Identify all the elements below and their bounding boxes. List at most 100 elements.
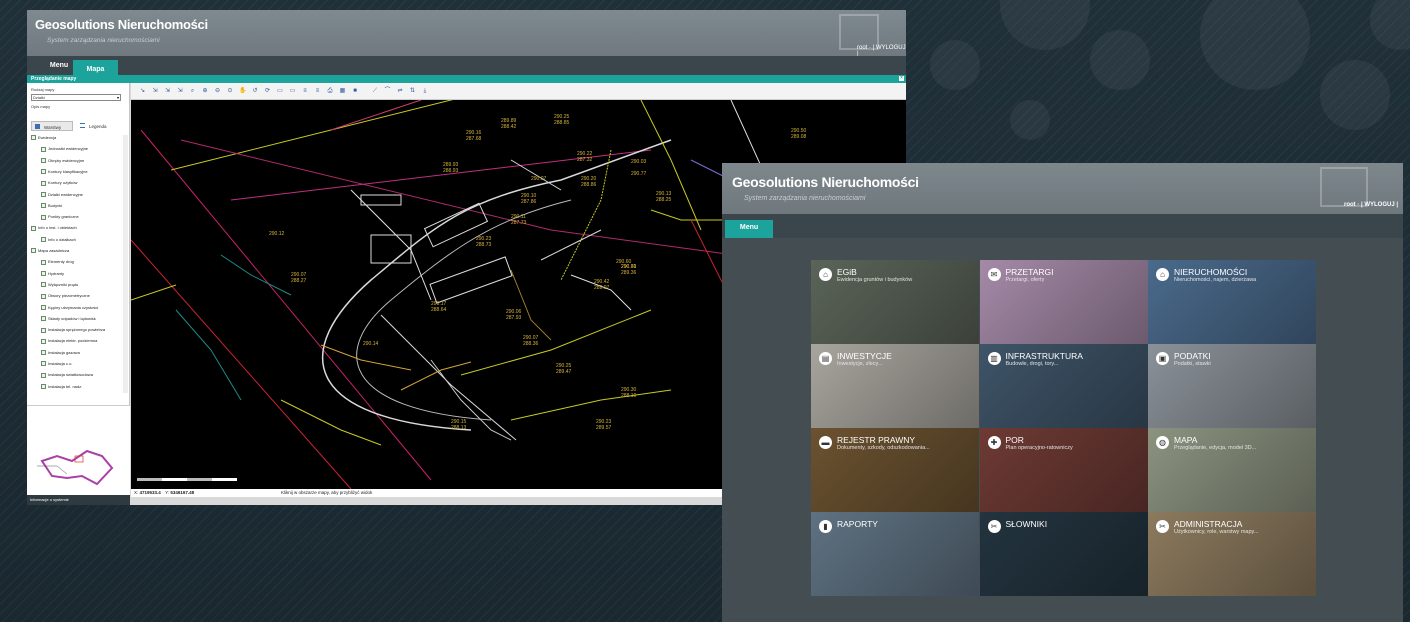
tile-subtitle: Dokumenty, szkody, odszkodowania... bbox=[837, 445, 930, 451]
checkbox[interactable] bbox=[31, 248, 36, 254]
checkbox[interactable] bbox=[41, 259, 46, 265]
checkbox[interactable] bbox=[41, 338, 46, 344]
layer-item[interactable]: Instalacja tel. nadz. bbox=[41, 384, 82, 393]
module-tile-rejestr-prawny[interactable]: ▬ REJESTR PRAWNY Dokumenty, szkody, odszko… bbox=[811, 428, 979, 512]
measure-icon[interactable]: ▭ bbox=[277, 88, 284, 95]
tab-menu[interactable]: Menu bbox=[725, 220, 773, 238]
close-icon[interactable]: × bbox=[899, 76, 904, 81]
refresh-icon[interactable]: ⟳ bbox=[264, 88, 271, 95]
module-tile-por[interactable]: ✚ POR Plan operacyjno-ratowniczy bbox=[979, 428, 1148, 512]
pan-icon[interactable]: ↘ bbox=[139, 88, 146, 95]
layer-item[interactable]: Hydranty bbox=[41, 271, 64, 282]
layer-item[interactable]: Kępiny utrzymania czystości bbox=[41, 305, 98, 316]
table-icon[interactable]: ▦ bbox=[339, 88, 346, 95]
module-tile-egib[interactable]: ⌂ EGiB Ewidencja gruntów i budynków bbox=[811, 260, 979, 344]
checkbox[interactable] bbox=[41, 372, 46, 378]
select-icon[interactable]: ⇲ bbox=[177, 88, 184, 95]
checkbox[interactable] bbox=[41, 293, 46, 299]
layer-item[interactable]: Kontury użytków bbox=[41, 180, 77, 191]
info-footer[interactable]: Informacje o systemie bbox=[27, 495, 130, 505]
layer-item[interactable]: Obręby ewidencyjne bbox=[41, 158, 84, 169]
checkbox[interactable] bbox=[41, 384, 46, 390]
checkbox[interactable] bbox=[41, 237, 46, 243]
map-type-select[interactable]: Działki ▾ bbox=[31, 94, 121, 101]
scrollbar[interactable] bbox=[123, 135, 128, 393]
module-tile-raporty[interactable]: ▮ RAPORTY bbox=[811, 512, 979, 596]
app-title: Geosolutions Nieruchomości bbox=[732, 174, 919, 190]
zoom-out-icon[interactable]: ⊖ bbox=[214, 88, 221, 95]
hand-icon[interactable]: ✋ bbox=[239, 88, 246, 95]
back-icon[interactable]: ↺ bbox=[252, 88, 259, 95]
checkbox[interactable] bbox=[41, 282, 46, 288]
background-circle bbox=[1000, 0, 1090, 50]
nav-bar: Menu Mapa bbox=[27, 56, 906, 75]
checkbox[interactable] bbox=[31, 225, 36, 231]
overview-map[interactable] bbox=[27, 405, 130, 495]
map-description-label: Opis mapy bbox=[31, 104, 51, 109]
layer-item[interactable]: Instalacja c.o. bbox=[41, 361, 72, 372]
layer-item[interactable]: Kontury klasyfikacyjne bbox=[41, 169, 88, 180]
layer-item-label: Instalacja światłowodowa bbox=[48, 372, 93, 378]
zoom-box-icon[interactable]: ⌕ bbox=[189, 88, 196, 95]
layer-icon[interactable]: ≡ bbox=[314, 88, 321, 95]
layer-item[interactable]: Wyłączniki prądu bbox=[41, 282, 78, 293]
checkbox[interactable] bbox=[41, 158, 46, 164]
tab-legend[interactable]: Legenda bbox=[77, 121, 117, 131]
zoom-extent-icon[interactable]: ⊙ bbox=[227, 88, 234, 95]
checkbox[interactable] bbox=[41, 191, 46, 197]
color-icon[interactable]: ■ bbox=[352, 88, 359, 95]
info-icon[interactable]: ⇌ bbox=[397, 88, 404, 95]
checkbox[interactable] bbox=[41, 304, 46, 310]
checkbox[interactable] bbox=[41, 169, 46, 175]
checkbox[interactable] bbox=[41, 350, 46, 356]
module-tile-inwestycje[interactable]: ▤ INWESTYCJE Inwestycje, zlecy... bbox=[811, 344, 979, 428]
checkbox[interactable] bbox=[41, 214, 46, 220]
checkbox[interactable] bbox=[41, 271, 46, 277]
checkbox[interactable] bbox=[41, 180, 46, 186]
print-icon[interactable]: ⎙ bbox=[327, 88, 334, 95]
module-tile-przetargi[interactable]: ✉ PRZETARGI Przetargi, oferty bbox=[979, 260, 1148, 344]
layer-item[interactable]: Instalacja sprężonego powietrza bbox=[41, 327, 105, 338]
layer-item[interactable]: Instalacja elektr. podziemna bbox=[41, 338, 97, 349]
checkbox[interactable] bbox=[41, 146, 46, 152]
module-tile-s-owniki[interactable]: ✂ SŁOWNIKI bbox=[979, 512, 1148, 596]
layer-item[interactable]: Działki ewidencyjne bbox=[41, 192, 83, 203]
measure-icon[interactable]: ▭ bbox=[289, 88, 296, 95]
layer-item[interactable]: Elementy dróg bbox=[41, 259, 74, 270]
checkbox[interactable] bbox=[41, 327, 46, 333]
curve-icon[interactable]: ⌒ bbox=[384, 88, 391, 95]
checkbox[interactable] bbox=[31, 135, 36, 141]
zoom-in-icon[interactable]: ⊕ bbox=[202, 88, 209, 95]
layer-item[interactable]: Instalacja gazowa bbox=[41, 350, 80, 361]
module-tile-podatki[interactable]: ▣ PODATKI Podatki, stawki bbox=[1148, 344, 1316, 428]
checkbox[interactable] bbox=[41, 361, 46, 367]
tree-group-label: Info o inst. i obiektach bbox=[38, 225, 77, 231]
layer-item[interactable]: Składy odpadów i lądowisk bbox=[41, 316, 96, 327]
tree-group[interactable]: Ewidencja bbox=[31, 135, 56, 146]
tab-mapa[interactable]: Mapa bbox=[73, 60, 118, 75]
select-icon[interactable]: ⇲ bbox=[164, 88, 171, 95]
line-icon[interactable]: ⟋ bbox=[372, 88, 379, 95]
module-tile-infrastruktura[interactable]: ▥ INFRASTRUKTURA Budowle, drogi, tory... bbox=[979, 344, 1148, 428]
tree-group[interactable]: Mapa zasadnicza bbox=[31, 248, 69, 259]
layer-item[interactable]: Punkty graniczne bbox=[41, 214, 79, 225]
layer-item[interactable]: Info o działkach bbox=[41, 237, 76, 248]
tree-group[interactable]: Info o inst. i obiektach bbox=[31, 225, 77, 236]
checkbox[interactable] bbox=[41, 203, 46, 209]
layer-item[interactable]: Instalacja światłowodowa bbox=[41, 372, 93, 383]
layer-item[interactable]: Budynki bbox=[41, 203, 62, 214]
layer-item[interactable]: Otwory piezometryczne bbox=[41, 293, 90, 304]
filter-icon[interactable]: ⇅ bbox=[409, 88, 416, 95]
layer-icon[interactable]: ≡ bbox=[302, 88, 309, 95]
layer-item-label: Działki ewidencyjne bbox=[48, 191, 83, 197]
module-tile-administracja[interactable]: ✂ ADMINISTRACJA Użytkownicy, role, warstwy… bbox=[1148, 512, 1316, 596]
checkbox[interactable] bbox=[41, 316, 46, 322]
module-tile-mapa[interactable]: ◍ MAPA Przeglądanie, edycja, model 3D... bbox=[1148, 428, 1316, 512]
user-bar[interactable]: root · | WYLOGUJ | bbox=[1344, 202, 1398, 208]
layer-item-label: Instalacja c.o. bbox=[48, 361, 73, 366]
tab-layers[interactable]: Warstwy bbox=[31, 121, 73, 131]
layer-item[interactable]: Jednostki ewidencyjne bbox=[41, 146, 88, 157]
module-tile-nieruchomo-ci[interactable]: ⌂ NIERUCHOMOŚCI Nieruchomości, najem, dzie… bbox=[1148, 260, 1316, 344]
export-icon[interactable]: ⤓ bbox=[422, 88, 429, 95]
select-icon[interactable]: ⇲ bbox=[152, 88, 159, 95]
